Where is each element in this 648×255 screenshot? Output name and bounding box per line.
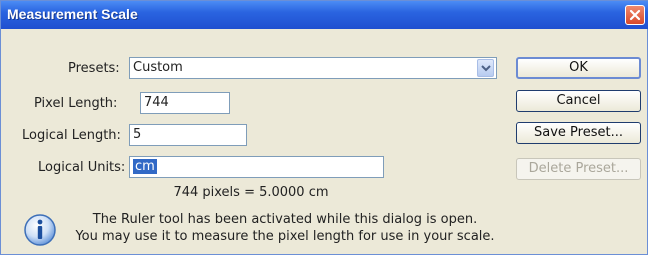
presets-value: Custom — [133, 60, 183, 75]
chevron-down-icon — [481, 65, 491, 72]
close-button[interactable] — [625, 5, 645, 25]
info-icon — [24, 214, 56, 246]
delete-preset-button: Delete Preset... — [516, 158, 641, 180]
title-bar[interactable]: Measurement Scale — [1, 1, 648, 29]
ok-button[interactable]: OK — [516, 57, 641, 79]
logical-units-input[interactable]: cm — [129, 156, 384, 178]
presets-label: Presets: — [68, 61, 120, 76]
scale-summary: 744 pixels = 5.0000 cm — [173, 185, 329, 200]
save-preset-button[interactable]: Save Preset... — [516, 122, 641, 144]
info-line-1: The Ruler tool has been activated while … — [92, 212, 478, 227]
logical-length-label: Logical Length: — [22, 128, 121, 143]
pixel-length-input[interactable]: 744 — [140, 92, 230, 114]
pixel-length-label: Pixel Length: — [34, 96, 118, 111]
close-icon — [629, 9, 641, 21]
logical-units-label: Logical Units: — [38, 160, 126, 175]
ruler-tool-message: The Ruler tool has been activated while … — [65, 211, 505, 245]
logical-length-input[interactable]: 5 — [129, 124, 247, 146]
logical-units-selected-text: cm — [133, 159, 157, 174]
window-title: Measurement Scale — [7, 6, 138, 22]
info-line-2: You may use it to measure the pixel leng… — [75, 229, 495, 244]
measurement-scale-dialog: Measurement Scale Presets: Custom Pixel … — [0, 0, 648, 255]
cancel-button[interactable]: Cancel — [516, 90, 641, 112]
presets-dropdown-button[interactable] — [477, 59, 494, 77]
presets-select[interactable]: Custom — [129, 57, 497, 79]
